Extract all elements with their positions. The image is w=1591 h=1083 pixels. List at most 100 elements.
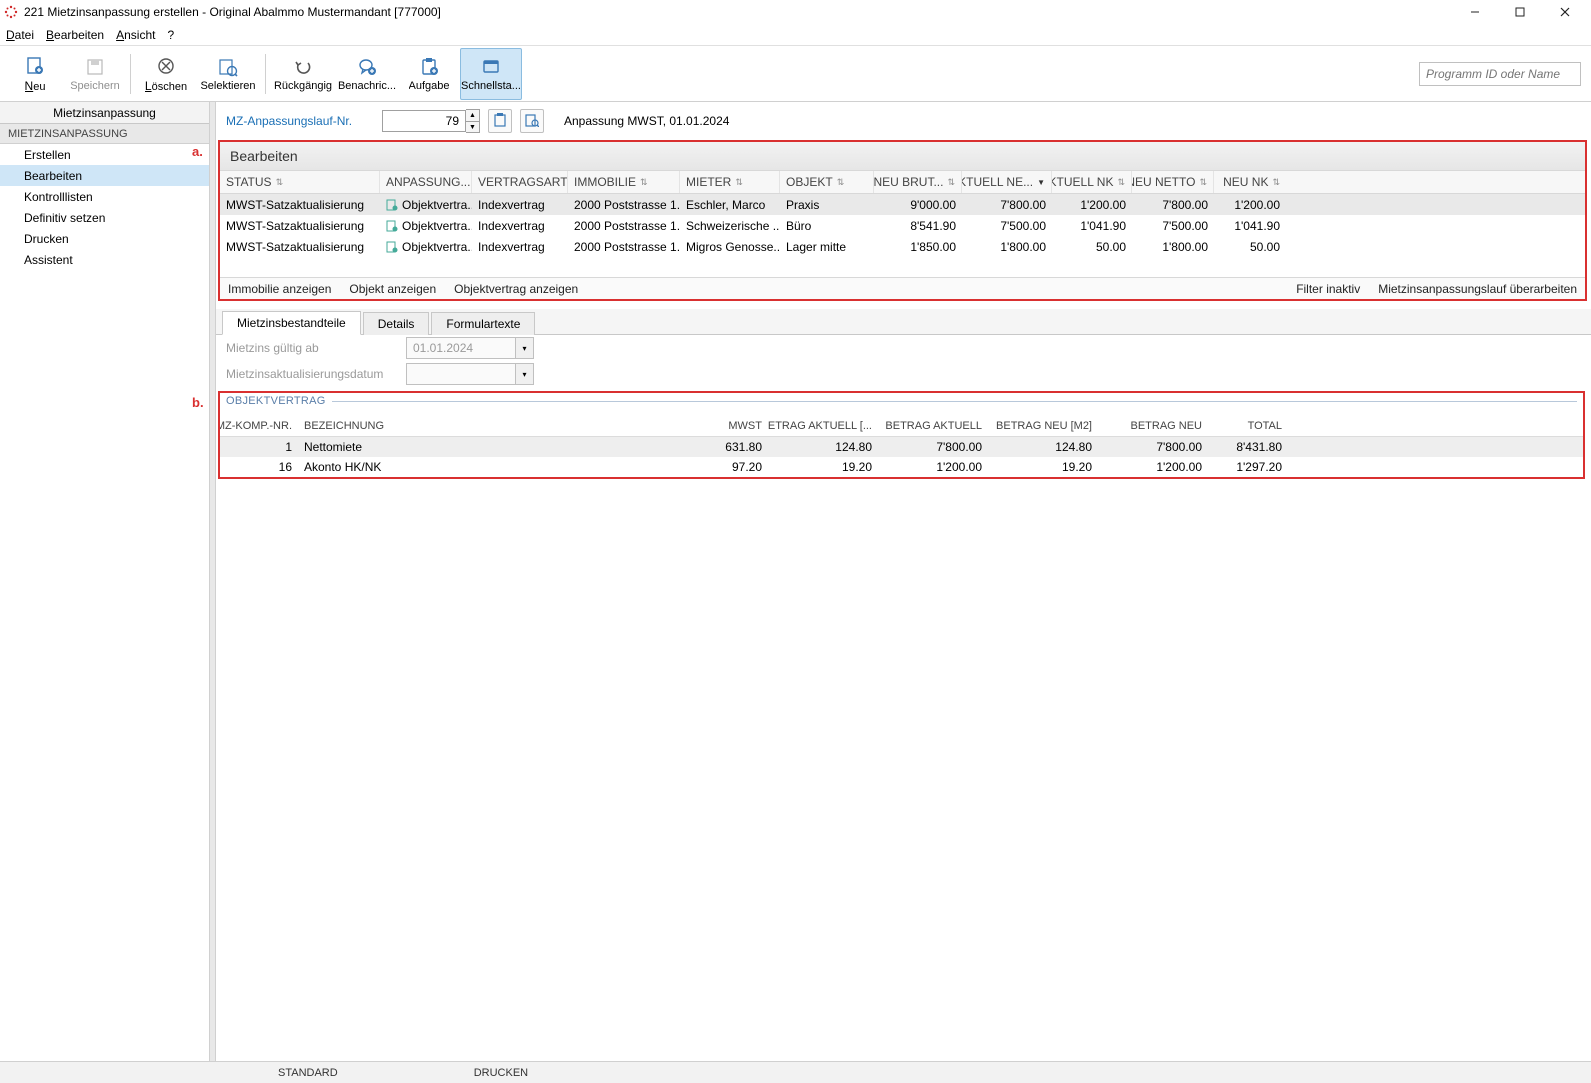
input-gueltig-ab[interactable] xyxy=(406,337,516,359)
section-divider xyxy=(332,401,1577,402)
control-row: MZ-Anpassungslauf-Nr. ▲▼ Anpassung MWST,… xyxy=(216,102,1591,140)
toolbar-neu[interactable]: Neu xyxy=(6,48,64,100)
dropdown-aktualisierungsdatum[interactable]: ▾ xyxy=(516,363,534,385)
contract-icon xyxy=(386,220,398,232)
col-anpassung[interactable]: ANPASSUNG...⇅ xyxy=(380,171,472,193)
save-icon xyxy=(84,56,106,78)
label-gueltig-ab: Mietzins gültig ab xyxy=(226,341,396,355)
quickstart-icon xyxy=(480,56,502,78)
table-row[interactable]: 1Nettomiete631.80124.807'800.00124.807'8… xyxy=(220,437,1583,457)
toolbar-aufgabe[interactable]: Aufgabe xyxy=(400,48,458,100)
status-drucken: DRUCKEN xyxy=(456,1067,546,1079)
sidebar-item-erstellen[interactable]: Erstellen xyxy=(0,144,209,165)
tab-bar: Mietzinsbestandteile Details Formulartex… xyxy=(216,309,1591,335)
input-aktualisierungsdatum[interactable] xyxy=(406,363,516,385)
maximize-button[interactable] xyxy=(1497,1,1542,23)
tab-mietzinsbestandteile[interactable]: Mietzinsbestandteile xyxy=(222,311,361,335)
new-document-icon xyxy=(24,55,46,77)
table-row[interactable]: MWST-SatzaktualisierungObjektvertra...In… xyxy=(220,236,1585,257)
col-neu-netto[interactable]: NEU NETTO⇅ xyxy=(1132,171,1214,193)
menubar: Datei Bearbeiten Ansicht ? xyxy=(0,24,1591,46)
foot-filter[interactable]: Filter inaktiv xyxy=(1296,282,1360,296)
grid-body: MWST-SatzaktualisierungObjektvertra...In… xyxy=(220,194,1585,257)
col-vertragsart[interactable]: VERTRAGSART⇅ xyxy=(472,171,568,193)
sidebar: Mietzinsanpassung MIETZINSANPASSUNG Erst… xyxy=(0,102,210,1061)
col2-mwst[interactable]: MWST xyxy=(678,415,768,436)
titlebar: 221 Mietzinsanpassung erstellen - Origin… xyxy=(0,0,1591,24)
program-search-input[interactable] xyxy=(1419,62,1581,86)
col2-bezeichnung[interactable]: BEZEICHNUNG xyxy=(298,415,678,436)
col2-betrag-aktuell[interactable]: BETRAG AKTUELL xyxy=(878,415,988,436)
toolbar-separator xyxy=(265,54,266,94)
toolbar-speichern: Speichern xyxy=(66,48,124,100)
select-icon xyxy=(217,56,239,78)
col2-nr[interactable]: MZ-KOMP.-NR. xyxy=(220,415,298,436)
sidebar-item-kontrolllisten[interactable]: Kontrolllisten xyxy=(0,186,209,207)
foot-objektvertrag[interactable]: Objektvertrag anzeigen xyxy=(454,282,578,296)
annotation-a: a. xyxy=(192,144,203,159)
label-aktualisierungsdatum: Mietzinsaktualisierungsdatum xyxy=(226,367,396,381)
panel-footer: Immobilie anzeigen Objekt anzeigen Objek… xyxy=(220,277,1585,299)
toolbar-loeschen[interactable]: Löschen xyxy=(137,48,195,100)
clipboard-search-icon xyxy=(525,113,539,130)
clipboard-search-button[interactable] xyxy=(520,109,544,133)
app-logo-icon xyxy=(4,5,18,19)
col-immobilie[interactable]: IMMOBILIE⇅ xyxy=(568,171,680,193)
close-button[interactable] xyxy=(1542,1,1587,23)
foot-objekt[interactable]: Objekt anzeigen xyxy=(349,282,436,296)
menu-help[interactable]: ? xyxy=(167,28,174,42)
contract-icon xyxy=(386,199,398,211)
col-mieter[interactable]: MIETER⇅ xyxy=(680,171,780,193)
col2-betrag-neu[interactable]: BETRAG NEU xyxy=(1098,415,1208,436)
col2-betrag-aktuell-m2[interactable]: BETRAG AKTUELL [... xyxy=(768,415,878,436)
col2-betrag-neu-m2[interactable]: BETRAG NEU [M2] xyxy=(988,415,1098,436)
lauf-nr-link[interactable]: MZ-Anpassungslauf-Nr. xyxy=(226,114,374,128)
col2-total[interactable]: TOTAL xyxy=(1208,415,1288,436)
col-neu-brutto[interactable]: NEU BRUT...⇅ xyxy=(874,171,962,193)
col-aktuell-nk[interactable]: AKTUELL NK⇅ xyxy=(1052,171,1132,193)
lauf-nr-spinner[interactable]: ▲▼ xyxy=(466,109,480,133)
contract-icon xyxy=(386,241,398,253)
toolbar-rueckgaengig[interactable]: Rückgängig xyxy=(272,48,334,100)
context-label: Anpassung MWST, 01.01.2024 xyxy=(564,114,729,128)
sidebar-item-bearbeiten[interactable]: Bearbeiten xyxy=(0,165,209,186)
clipboard-icon xyxy=(493,113,507,130)
sidebar-group: MIETZINSANPASSUNG xyxy=(0,124,209,144)
sidebar-title: Mietzinsanpassung xyxy=(0,102,209,124)
window-title: 221 Mietzinsanpassung erstellen - Origin… xyxy=(24,5,1452,19)
delete-icon xyxy=(155,55,177,77)
panel-title: Bearbeiten xyxy=(220,142,1585,170)
chevron-up-icon[interactable]: ▲ xyxy=(466,110,479,121)
sidebar-item-definitiv[interactable]: Definitiv setzen xyxy=(0,207,209,228)
sidebar-item-assistent[interactable]: Assistent xyxy=(0,249,209,270)
toolbar-separator xyxy=(130,54,131,94)
foot-ueberarbeiten[interactable]: Mietzinsanpassungslauf überarbeiten xyxy=(1378,282,1577,296)
toolbar-benachrichtigen[interactable]: Benachric... xyxy=(336,48,398,100)
toolbar: Neu Speichern Löschen Selektieren Rückgä… xyxy=(0,46,1591,102)
table-row[interactable]: 16Akonto HK/NK97.2019.201'200.0019.201'2… xyxy=(220,457,1583,477)
menu-bearbeiten[interactable]: Bearbeiten xyxy=(46,28,104,42)
menu-ansicht[interactable]: Ansicht xyxy=(116,28,155,42)
status-standard: STANDARD xyxy=(260,1067,356,1079)
col-objekt[interactable]: OBJEKT⇅ xyxy=(780,171,874,193)
col-neu-nk[interactable]: NEU NK⇅ xyxy=(1214,171,1286,193)
sidebar-item-drucken[interactable]: Drucken xyxy=(0,228,209,249)
col-status[interactable]: STATUS⇅ xyxy=(220,171,380,193)
lauf-nr-input[interactable] xyxy=(382,110,466,132)
col-aktuell-netto[interactable]: AKTUELL NE...▼ xyxy=(962,171,1052,193)
grid2-header: MZ-KOMP.-NR. BEZEICHNUNG MWST BETRAG AKT… xyxy=(220,415,1583,437)
clipboard-button[interactable] xyxy=(488,109,512,133)
tab-details[interactable]: Details xyxy=(363,312,430,335)
panel-bearbeiten: a. Bearbeiten STATUS⇅ ANPASSUNG...⇅ VERT… xyxy=(218,140,1587,301)
table-row[interactable]: MWST-SatzaktualisierungObjektvertra...In… xyxy=(220,215,1585,236)
menu-datei[interactable]: Datei xyxy=(6,28,34,42)
foot-immobilie[interactable]: Immobilie anzeigen xyxy=(228,282,331,296)
toolbar-schnellstart[interactable]: Schnellsta... xyxy=(460,48,522,100)
minimize-button[interactable] xyxy=(1452,1,1497,23)
task-icon xyxy=(418,56,440,78)
table-row[interactable]: MWST-SatzaktualisierungObjektvertra...In… xyxy=(220,194,1585,215)
toolbar-selektieren[interactable]: Selektieren xyxy=(197,48,259,100)
dropdown-gueltig-ab[interactable]: ▾ xyxy=(516,337,534,359)
chevron-down-icon[interactable]: ▼ xyxy=(466,121,479,132)
tab-formulartexte[interactable]: Formulartexte xyxy=(431,312,535,335)
